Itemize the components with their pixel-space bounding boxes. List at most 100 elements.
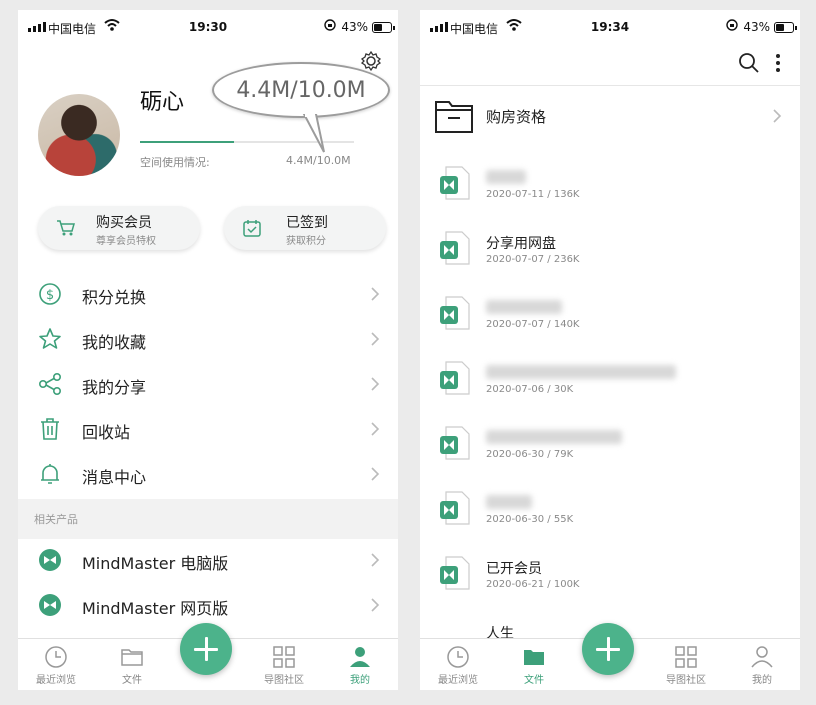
- tab-label: 导图社区: [264, 675, 304, 686]
- dollar-icon: $: [39, 283, 61, 305]
- menu-item-favorites[interactable]: 我的收藏: [18, 317, 398, 362]
- rotation-lock-icon: [726, 19, 738, 31]
- folder-icon: [435, 101, 473, 133]
- tab-label: 文件: [122, 675, 142, 686]
- file-name: 分享用网盘: [486, 236, 556, 252]
- file-name: [486, 430, 622, 444]
- menu-item-label: MindMaster 电脑版: [82, 554, 229, 573]
- product-mindmaster-web[interactable]: MindMaster 网页版: [18, 583, 398, 628]
- gear-icon[interactable]: [360, 50, 382, 72]
- tab-label: 我的: [752, 675, 772, 686]
- menu-item-label: 积分兑换: [82, 288, 147, 307]
- menu-item-my-shares[interactable]: 我的分享: [18, 362, 398, 407]
- status-bar: 中国电信 19:30 43%: [18, 10, 398, 46]
- sign-title: 已签到: [286, 215, 328, 231]
- folder-item[interactable]: 购房资格: [420, 94, 800, 140]
- menu-item-label: 我的分享: [82, 378, 147, 397]
- person-icon: [751, 646, 773, 668]
- grid-icon: [675, 646, 697, 668]
- mindmap-file-icon: [440, 426, 470, 460]
- files-screen: 中国电信 19:34 43% 购房资格 2020-07-11 / 136K 分享…: [420, 10, 800, 690]
- chevron-right-icon: [371, 598, 380, 612]
- mindmap-file-icon: [440, 166, 470, 200]
- battery-icon: [372, 22, 395, 33]
- battery-percent: 43%: [743, 20, 770, 34]
- menu-item-points-exchange[interactable]: $ 积分兑换: [18, 272, 398, 317]
- menu-item-message-center[interactable]: 消息中心: [18, 452, 398, 497]
- profile-screen: 中国电信 19:30 43% 砺心 空间使用情况: 4.4M/10.0M 4.4…: [18, 10, 398, 690]
- file-item[interactable]: 2020-07-06 / 30K: [420, 357, 800, 417]
- tab-label: 导图社区: [666, 675, 706, 686]
- more-vertical-icon[interactable]: [774, 52, 782, 74]
- chevron-right-icon: [371, 422, 380, 436]
- product-mindmaster-desktop[interactable]: MindMaster 电脑版: [18, 538, 398, 583]
- tab-bar: 最近浏览 文件 导图社区 我的: [18, 623, 398, 690]
- menu-item-label: 回收站: [82, 423, 131, 442]
- chevron-right-icon: [371, 467, 380, 481]
- folder-icon: [524, 650, 544, 665]
- file-item[interactable]: 分享用网盘 2020-07-07 / 236K: [420, 227, 800, 287]
- mindmap-file-icon: [440, 491, 470, 525]
- tab-label: 我的: [350, 675, 370, 686]
- rotation-lock-icon: [324, 19, 336, 31]
- file-meta: 2020-07-07 / 140K: [486, 319, 580, 330]
- callout-tail: [302, 114, 325, 153]
- tab-me[interactable]: 我的: [322, 645, 398, 689]
- files-toolbar: [420, 46, 800, 86]
- mindmap-file-icon: [440, 231, 470, 265]
- status-bar: 中国电信 19:34 43%: [420, 10, 800, 46]
- file-meta: 2020-07-11 / 136K: [486, 189, 580, 200]
- file-meta: 2020-07-06 / 30K: [486, 384, 574, 395]
- bell-icon: [41, 464, 59, 484]
- mindmaster-icon: [39, 549, 61, 571]
- tab-community[interactable]: 导图社区: [648, 645, 724, 689]
- sign-in-button[interactable]: 已签到 获取积分: [224, 206, 386, 250]
- chevron-right-icon: [371, 377, 380, 391]
- mindmap-file-icon: [440, 556, 470, 590]
- file-meta: 2020-06-30 / 79K: [486, 449, 574, 460]
- storage-usage-value: 4.4M/10.0M: [286, 154, 351, 167]
- avatar[interactable]: [38, 94, 120, 176]
- tab-label: 最近浏览: [438, 675, 478, 686]
- file-item[interactable]: 2020-06-30 / 79K: [420, 422, 800, 482]
- file-item[interactable]: 2020-07-07 / 140K: [420, 292, 800, 352]
- folder-name: 购房资格: [486, 108, 547, 126]
- mindmap-file-icon: [440, 361, 470, 395]
- file-meta: 2020-06-21 / 100K: [486, 579, 580, 590]
- grid-icon: [273, 646, 295, 668]
- menu-item-label: 消息中心: [82, 468, 147, 487]
- trash-icon: [41, 418, 59, 440]
- tab-recent[interactable]: 最近浏览: [420, 645, 496, 689]
- chevron-right-icon: [371, 287, 380, 301]
- chevron-right-icon: [371, 332, 380, 346]
- menu-item-label: 我的收藏: [82, 333, 147, 352]
- related-products-header: 相关产品: [18, 499, 398, 539]
- clock-icon: [45, 646, 67, 668]
- file-meta: 2020-07-07 / 236K: [486, 254, 580, 265]
- battery-percent: 43%: [341, 20, 368, 34]
- tab-recent[interactable]: 最近浏览: [18, 645, 94, 689]
- folder-icon: [121, 649, 143, 666]
- file-item[interactable]: 2020-06-30 / 55K: [420, 487, 800, 547]
- file-item[interactable]: 已开会员 2020-06-21 / 100K: [420, 552, 800, 612]
- file-item[interactable]: 2020-07-11 / 136K: [420, 162, 800, 222]
- tab-files[interactable]: 文件: [94, 645, 170, 689]
- buy-vip-button[interactable]: 购买会员 尊享会员特权: [38, 206, 200, 250]
- tab-community[interactable]: 导图社区: [246, 645, 322, 689]
- file-name: [486, 170, 526, 184]
- calendar-check-icon: [243, 220, 261, 237]
- tab-label: 文件: [524, 675, 544, 686]
- file-name: 已开会员: [486, 561, 542, 577]
- search-icon[interactable]: [738, 52, 760, 74]
- section-title: 相关产品: [34, 513, 78, 526]
- add-button[interactable]: [582, 623, 634, 675]
- person-icon: [350, 647, 370, 667]
- add-button[interactable]: [180, 623, 232, 675]
- tab-label: 最近浏览: [36, 675, 76, 686]
- tab-files[interactable]: 文件: [496, 645, 572, 689]
- vip-subtitle: 尊享会员特权: [96, 236, 156, 247]
- menu-item-recycle-bin[interactable]: 回收站: [18, 407, 398, 452]
- tab-me[interactable]: 我的: [724, 645, 800, 689]
- star-icon: [39, 328, 61, 349]
- storage-callout: 4.4M/10.0M: [212, 62, 390, 118]
